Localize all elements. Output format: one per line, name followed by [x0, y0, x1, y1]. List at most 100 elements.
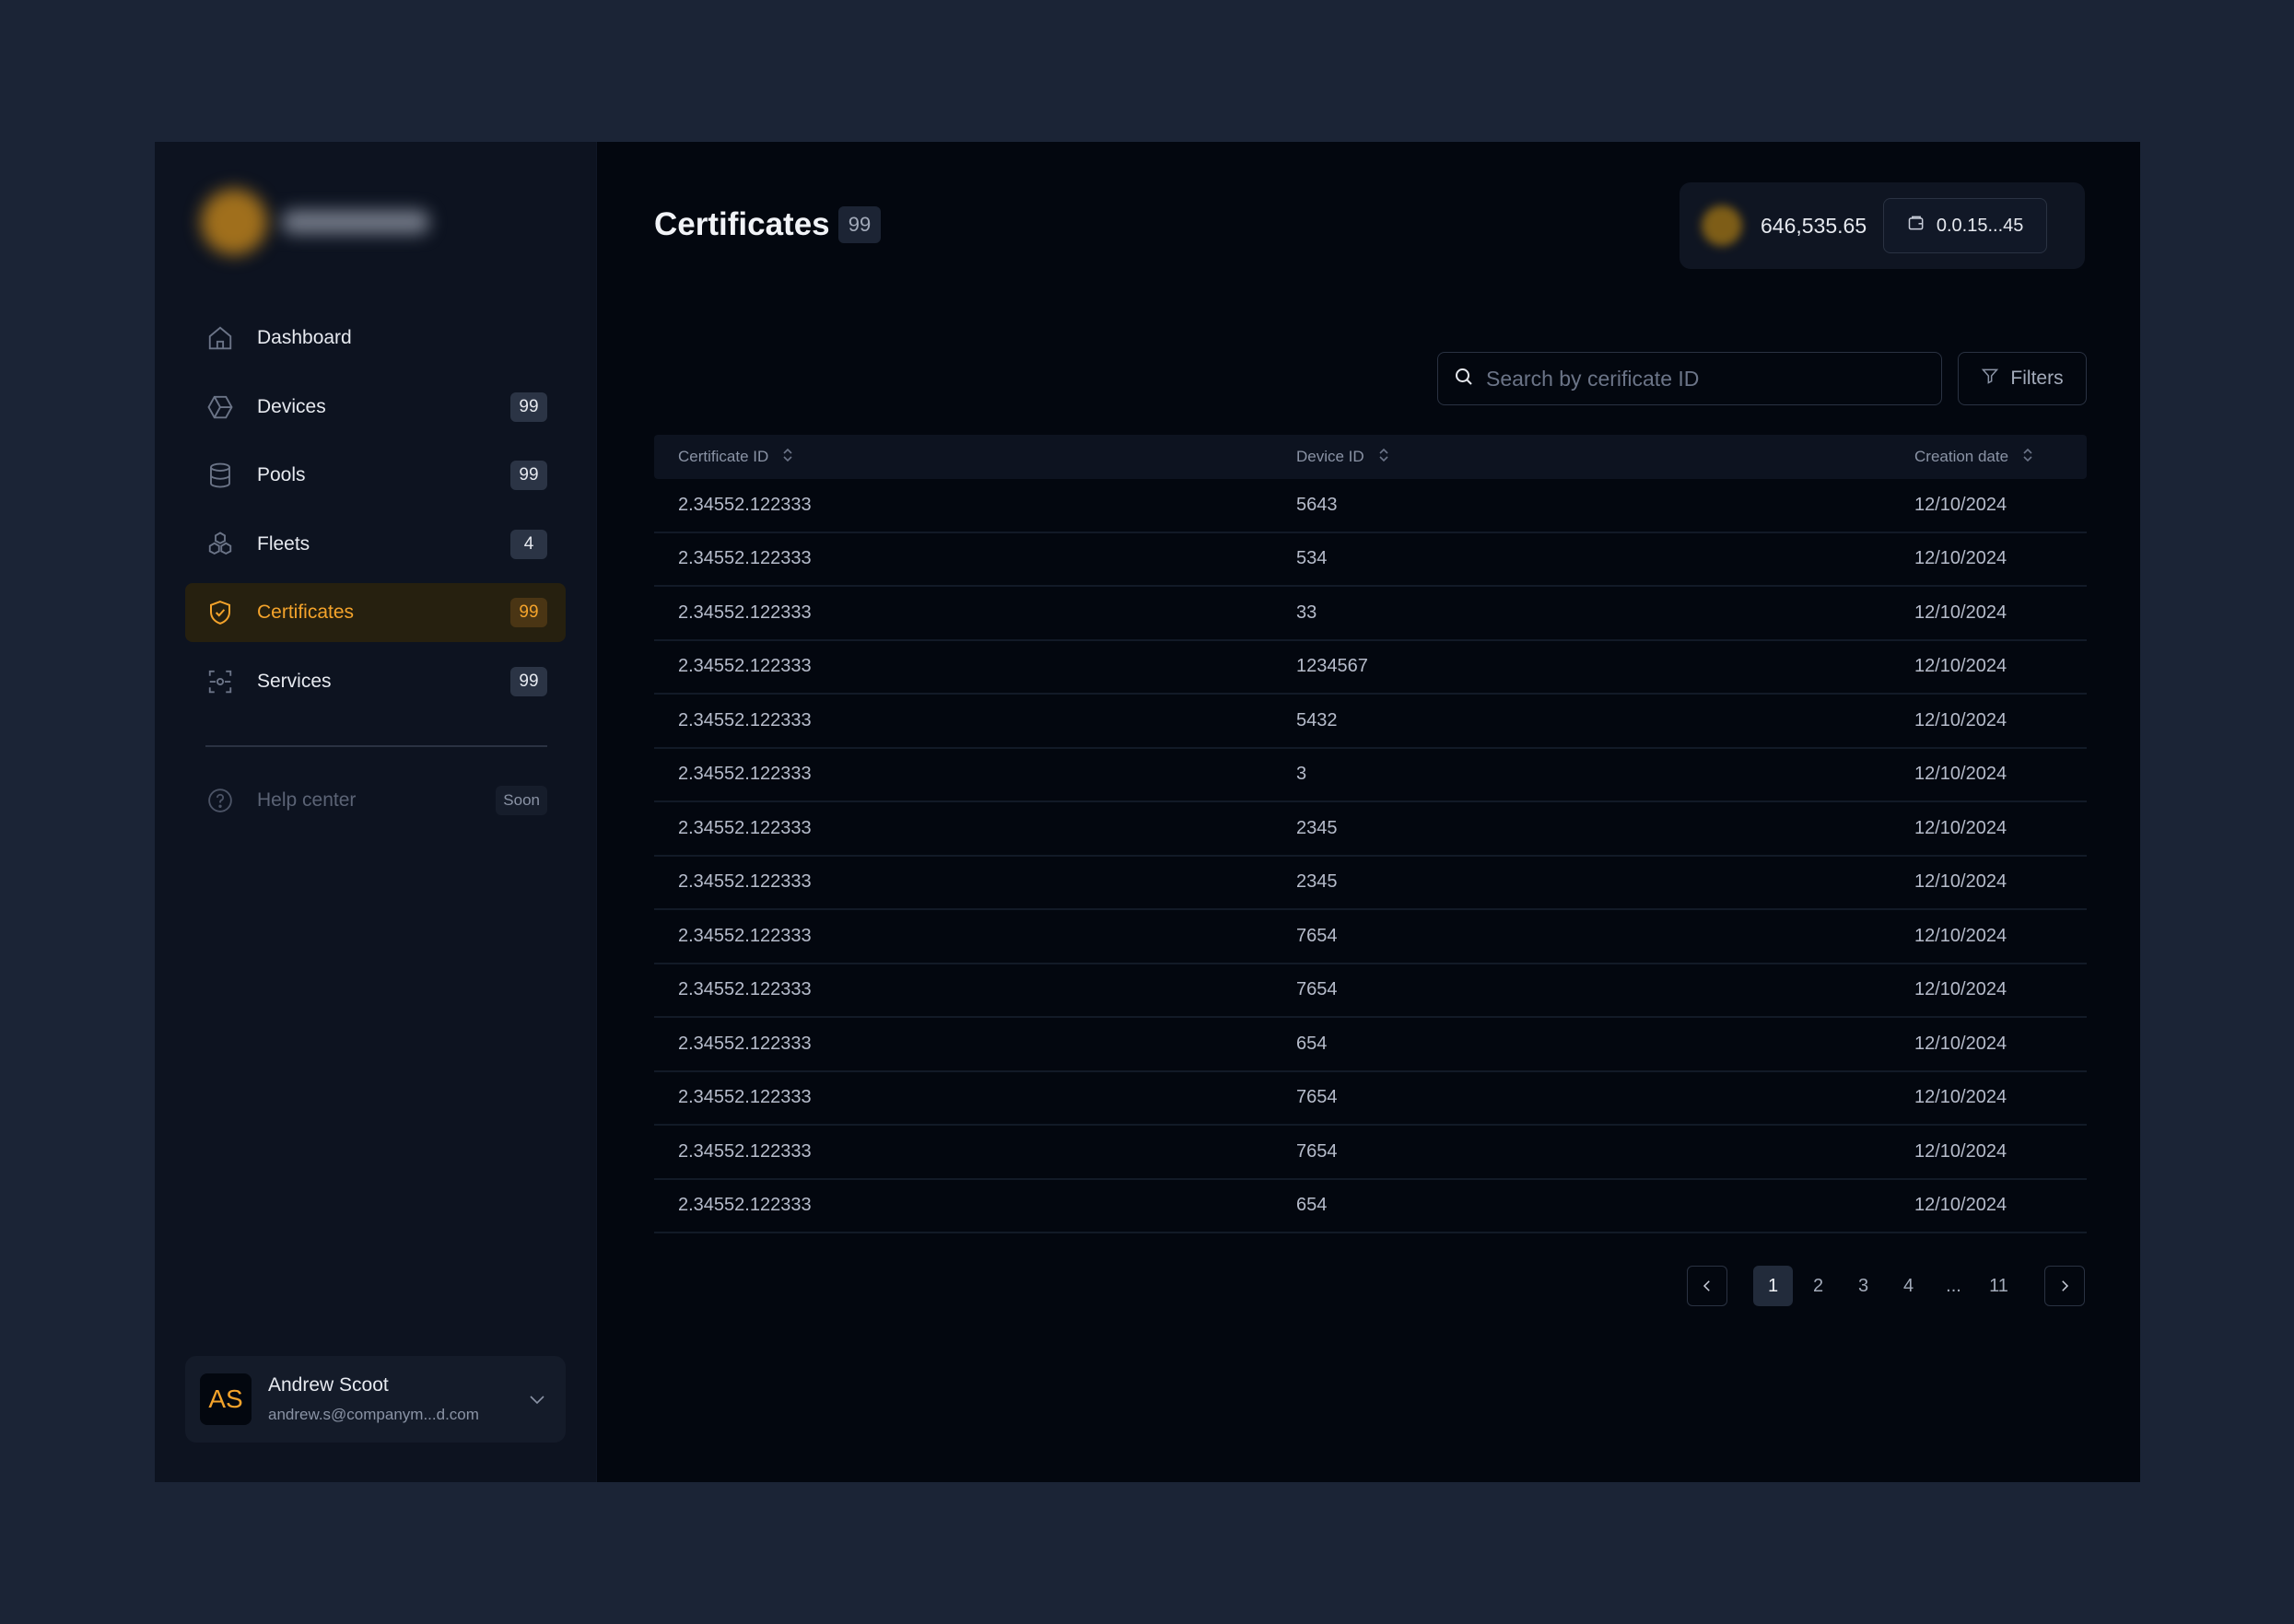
table-row[interactable]: 2.34552.122333 5432 12/10/2024 — [654, 695, 2087, 749]
sidebar-item-dashboard[interactable]: Dashboard — [185, 309, 566, 368]
sidebar-nav: Dashboard Devices 99 Pools 99 Fleets 4 C… — [185, 309, 566, 720]
table-body: 2.34552.122333 5643 12/10/2024 2.34552.1223… — [654, 479, 2087, 1233]
wallet-icon — [1907, 214, 1925, 238]
sidebar: Dashboard Devices 99 Pools 99 Fleets 4 C… — [155, 142, 597, 1482]
next-page-button[interactable] — [2044, 1266, 2085, 1306]
column-header-certificate-id[interactable]: Certificate ID — [678, 447, 794, 468]
creation-date-cell: 12/10/2024 — [1914, 494, 2007, 515]
main-content: Certificates 99 646,535.65 0.0.15...45 F… — [597, 142, 2140, 1482]
wallet-address-button[interactable]: 0.0.15...45 — [1883, 198, 2048, 253]
database-icon — [205, 461, 235, 490]
count-badge: 99 — [510, 461, 547, 490]
device-id-cell: 7654 — [1296, 1140, 1338, 1162]
sidebar-item-certificates[interactable]: Certificates 99 — [185, 583, 566, 642]
table-row[interactable]: 2.34552.122333 7654 12/10/2024 — [654, 964, 2087, 1018]
prev-page-button[interactable] — [1687, 1266, 1727, 1306]
sidebar-divider — [205, 745, 547, 747]
chevron-right-icon — [2062, 1280, 2069, 1291]
sidebar-item-label: Dashboard — [257, 327, 352, 348]
count-badge: 4 — [510, 529, 547, 559]
creation-date-cell: 12/10/2024 — [1914, 602, 2007, 623]
table-row[interactable]: 2.34552.122333 654 12/10/2024 — [654, 1018, 2087, 1072]
certificate-id-cell: 2.34552.122333 — [678, 709, 812, 730]
device-id-cell: 33 — [1296, 602, 1317, 623]
table-row[interactable]: 2.34552.122333 7654 12/10/2024 — [654, 910, 2087, 964]
creation-date-cell: 12/10/2024 — [1914, 709, 2007, 730]
column-header-creation-date[interactable]: Creation date — [1914, 447, 2034, 468]
soon-badge: Soon — [496, 786, 547, 815]
search-box — [1437, 352, 1942, 405]
sort-icon — [1377, 447, 1390, 468]
creation-date-cell: 12/10/2024 — [1914, 1140, 2007, 1162]
column-label: Creation date — [1914, 448, 2009, 465]
app-window: Dashboard Devices 99 Pools 99 Fleets 4 C… — [155, 142, 2140, 1482]
creation-date-cell: 12/10/2024 — [1914, 871, 2007, 893]
device-id-cell: 5432 — [1296, 709, 1338, 730]
device-id-cell: 534 — [1296, 548, 1328, 569]
table-row[interactable]: 2.34552.122333 7654 12/10/2024 — [654, 1072, 2087, 1126]
sidebar-item-label: Pools — [257, 464, 306, 485]
title-count-badge: 99 — [838, 206, 881, 243]
coin-icon — [1702, 205, 1742, 246]
sidebar-item-services[interactable]: Services 99 — [185, 652, 566, 711]
page-button-11[interactable]: 11 — [1979, 1266, 2019, 1306]
table-row[interactable]: 2.34552.122333 2345 12/10/2024 — [654, 802, 2087, 857]
shield-check-icon — [205, 598, 235, 627]
user-name: Andrew Scoot — [268, 1374, 389, 1396]
table-row[interactable]: 2.34552.122333 3 12/10/2024 — [654, 749, 2087, 802]
wallet-balance: 646,535.65 — [1761, 213, 1867, 238]
filter-icon — [1981, 367, 1999, 391]
device-id-cell: 7654 — [1296, 925, 1338, 946]
filters-label: Filters — [2010, 368, 2064, 389]
hexagon-icon — [205, 392, 235, 422]
page-button-4[interactable]: 4 — [1889, 1266, 1928, 1306]
wallet-address: 0.0.15...45 — [1936, 215, 2024, 236]
chevron-down-icon[interactable] — [523, 1385, 551, 1413]
sort-icon — [2021, 447, 2034, 468]
sidebar-item-fleets[interactable]: Fleets 4 — [185, 515, 566, 574]
device-id-cell: 7654 — [1296, 979, 1338, 1000]
table-row[interactable]: 2.34552.122333 534 12/10/2024 — [654, 533, 2087, 587]
creation-date-cell: 12/10/2024 — [1914, 1033, 2007, 1054]
sidebar-item-pools[interactable]: Pools 99 — [185, 446, 566, 505]
column-label: Certificate ID — [678, 448, 769, 465]
user-menu[interactable]: AS Andrew Scoot andrew.s@companym...d.co… — [185, 1356, 566, 1443]
certificate-id-cell: 2.34552.122333 — [678, 979, 812, 1000]
pagination: 1 2 3 4 ... 11 — [1687, 1266, 2085, 1306]
device-id-cell: 5643 — [1296, 494, 1338, 515]
table-row[interactable]: 2.34552.122333 5643 12/10/2024 — [654, 479, 2087, 533]
certificate-id-cell: 2.34552.122333 — [678, 1195, 812, 1216]
avatar: AS — [200, 1373, 252, 1425]
creation-date-cell: 12/10/2024 — [1914, 548, 2007, 569]
table-row[interactable]: 2.34552.122333 33 12/10/2024 — [654, 587, 2087, 641]
certificate-id-cell: 2.34552.122333 — [678, 494, 812, 515]
certificate-id-cell: 2.34552.122333 — [678, 548, 812, 569]
sidebar-item-label: Fleets — [257, 532, 310, 555]
sidebar-item-devices[interactable]: Devices 99 — [185, 378, 566, 437]
device-id-cell: 7654 — [1296, 1087, 1338, 1108]
creation-date-cell: 12/10/2024 — [1914, 925, 2007, 946]
device-id-cell: 654 — [1296, 1195, 1328, 1216]
filters-button[interactable]: Filters — [1958, 352, 2087, 405]
count-badge: 99 — [510, 391, 547, 422]
search-input[interactable] — [1486, 366, 1926, 391]
page-button-3[interactable]: 3 — [1843, 1266, 1883, 1306]
certificate-id-cell: 2.34552.122333 — [678, 656, 812, 677]
certificate-id-cell: 2.34552.122333 — [678, 871, 812, 893]
table-row[interactable]: 2.34552.122333 2345 12/10/2024 — [654, 857, 2087, 910]
creation-date-cell: 12/10/2024 — [1914, 656, 2007, 677]
table-row[interactable]: 2.34552.122333 1234567 12/10/2024 — [654, 641, 2087, 695]
chevron-left-icon — [1703, 1280, 1710, 1291]
search-icon — [1453, 366, 1475, 392]
column-header-device-id[interactable]: Device ID — [1296, 447, 1390, 468]
table-row[interactable]: 2.34552.122333 7654 12/10/2024 — [654, 1126, 2087, 1180]
page-button-1[interactable]: 1 — [1753, 1266, 1793, 1306]
logo-mark — [201, 189, 267, 255]
creation-date-cell: 12/10/2024 — [1914, 817, 2007, 838]
column-label: Device ID — [1296, 448, 1364, 465]
table-row[interactable]: 2.34552.122333 654 12/10/2024 — [654, 1180, 2087, 1233]
certificate-id-cell: 2.34552.122333 — [678, 925, 812, 946]
device-id-cell: 654 — [1296, 1033, 1328, 1054]
services-icon — [205, 667, 235, 696]
page-button-2[interactable]: 2 — [1798, 1266, 1838, 1306]
